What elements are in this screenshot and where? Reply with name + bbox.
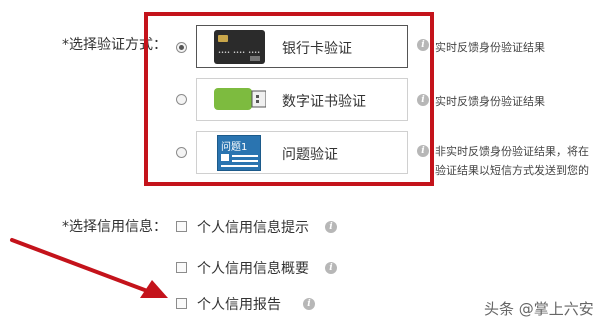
option-question-desc-line1: 非实时反馈身份验证结果，将在: [435, 145, 589, 158]
red-arrow: [10, 238, 168, 298]
required-mark: *: [62, 37, 69, 53]
info-icon[interactable]: i: [325, 262, 337, 274]
checkbox-credit-summary[interactable]: [176, 262, 187, 273]
option-bank-card-desc: 实时反馈身份验证结果: [435, 41, 545, 54]
info-icon[interactable]: i: [303, 298, 315, 310]
credit-summary-label: 个人信用信息概要: [197, 261, 309, 277]
credit-report-label: 个人信用报告: [197, 297, 281, 313]
credit-hint-label: 个人信用信息提示: [197, 220, 309, 236]
highlight-frame: [144, 12, 434, 186]
checkbox-credit-hint[interactable]: [176, 221, 187, 232]
checkbox-credit-report[interactable]: [176, 298, 187, 309]
option-digital-cert-desc: 实时反馈身份验证结果: [435, 95, 545, 108]
info-icon[interactable]: i: [325, 221, 337, 233]
option-question-desc-line2: 验证结果以短信方式发送到您的: [435, 164, 589, 177]
watermark: 头条 @掌上六安: [484, 300, 594, 318]
